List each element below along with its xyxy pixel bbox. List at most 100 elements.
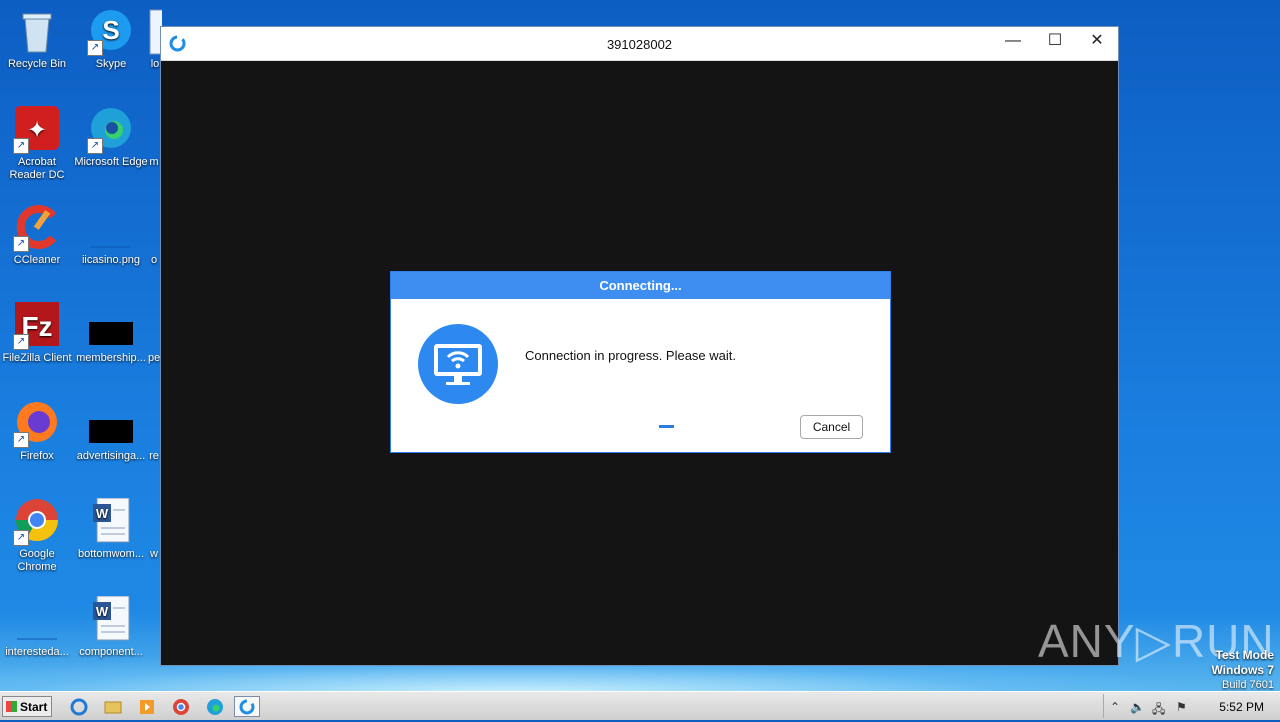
desktop-icon-label: component... <box>79 646 143 658</box>
window-title: 391028002 <box>606 37 673 52</box>
recycle-bin-icon <box>13 8 61 56</box>
partial-icon <box>148 106 160 154</box>
minimize-button[interactable]: — <box>992 27 1034 57</box>
svg-text:W: W <box>96 506 109 521</box>
desktop-icon-partial[interactable]: m <box>148 106 160 169</box>
acrobat-icon: ✦ ↗ <box>13 106 61 154</box>
file-thumbnail-icon <box>87 400 135 448</box>
cancel-button[interactable]: Cancel <box>800 415 863 439</box>
desktop-icon-label: m <box>149 156 159 168</box>
progress-indicator <box>659 425 674 428</box>
desktop-icon-chrome[interactable]: ↗ Google Chrome <box>0 498 74 574</box>
desktop-icon-component[interactable]: W component... <box>74 595 148 659</box>
desktop-icon-label: Firefox <box>20 450 54 462</box>
desktop-icon-label: Skype <box>95 58 127 70</box>
desktop-icon-partial[interactable]: pe <box>148 302 160 365</box>
taskbar-ie-button[interactable] <box>66 696 92 717</box>
system-tray: ⌃ 🔈 🖧 ⚑ 5:52 PM <box>1103 694 1280 718</box>
build-text: Build 7601 <box>1222 679 1274 691</box>
desktop-icon-ccleaner[interactable]: ↗ CCleaner <box>0 204 74 267</box>
desktop-icon-partial[interactable]: re <box>148 400 160 463</box>
file-thumbnail-icon <box>87 302 135 350</box>
svg-text:✦: ✦ <box>27 116 47 144</box>
desktop-icon-label: interesteda... <box>5 646 69 658</box>
desktop-icon-label: FileZilla Client <box>2 352 72 364</box>
desktop-icon-bottomwom[interactable]: W bottomwom... <box>74 497 148 561</box>
partial-icon <box>148 498 160 546</box>
desktop-icon-label: w <box>150 548 158 560</box>
svg-text:S: S <box>102 15 119 45</box>
taskbar-edge-button[interactable] <box>202 696 228 717</box>
partial-icon <box>148 400 160 448</box>
ccleaner-icon: ↗ <box>13 204 61 252</box>
desktop-icon-label: pe <box>148 352 160 364</box>
desktop-icon-partial[interactable]: o <box>148 204 160 267</box>
skype-icon: S ↗ <box>87 8 135 56</box>
shortcut-arrow-icon: ↗ <box>13 236 29 252</box>
desktop-icon-label: iicasino.png <box>81 254 141 266</box>
firefox-icon: ↗ <box>13 400 61 448</box>
partial-icon <box>148 302 160 350</box>
desktop-icon-firefox[interactable]: ↗ Firefox <box>0 400 74 463</box>
test-mode-text: Test Mode <box>1215 648 1274 662</box>
taskbar: Start ⌃ 🔈 🖧 ⚑ 5:52 PM <box>0 691 1280 720</box>
taskbar-chrome-button[interactable] <box>168 696 194 717</box>
taskbar-media-player-button[interactable] <box>134 696 160 717</box>
taskbar-explorer-button[interactable] <box>100 696 126 717</box>
chrome-icon: ↗ <box>13 498 61 546</box>
desktop-icon-label: Acrobat Reader DC <box>9 156 65 181</box>
desktop-icon-filezilla[interactable]: Fz ↗ FileZilla Client <box>0 302 74 365</box>
desktop-icon-iicasino[interactable]: iicasino.png <box>74 204 148 267</box>
desktop-icon-membership[interactable]: membership... <box>74 302 148 365</box>
connecting-dialog: Connecting... Connection in progress. Pl… <box>390 271 891 453</box>
filezilla-icon: Fz ↗ <box>13 302 61 350</box>
svg-text:W: W <box>96 604 109 619</box>
remote-session-window[interactable]: 391028002 — ☐ ✕ Connecting... Connection… <box>160 26 1119 666</box>
desktop-icon-label: re <box>149 450 159 462</box>
desktop-icon-label: o <box>150 254 158 266</box>
edge-icon: ↗ <box>87 106 135 154</box>
shortcut-arrow-icon: ↗ <box>13 432 29 448</box>
shortcut-arrow-icon: ↗ <box>13 334 29 350</box>
file-icon <box>13 596 61 644</box>
maximize-button[interactable]: ☐ <box>1034 27 1076 57</box>
word-doc-icon: W <box>87 497 135 546</box>
monitor-wifi-icon <box>418 324 498 404</box>
window-titlebar[interactable]: 391028002 — ☐ ✕ <box>161 27 1118 61</box>
desktop-icon-interesteda[interactable]: interesteda... <box>0 596 74 659</box>
desktop-icon-label: CCleaner <box>13 254 61 266</box>
start-button[interactable]: Start <box>2 696 52 717</box>
desktop-icon-label: bottomwom... <box>77 548 145 560</box>
shortcut-arrow-icon: ↗ <box>87 138 103 154</box>
action-center-flag-icon[interactable]: ⚑ <box>1176 700 1187 714</box>
windows-logo-icon <box>6 701 17 712</box>
shortcut-arrow-icon: ↗ <box>13 138 29 154</box>
tray-expand-icon[interactable]: ⌃ <box>1110 700 1120 714</box>
os-build-info: Test Mode Windows 7 Build 7601 <box>1211 648 1274 692</box>
dialog-title: Connecting... <box>391 272 890 299</box>
shortcut-arrow-icon: ↗ <box>13 530 29 546</box>
network-icon[interactable]: 🖧 <box>1152 700 1165 721</box>
start-label: Start <box>20 700 48 714</box>
dialog-message: Connection in progress. Please wait. <box>525 348 737 363</box>
close-button[interactable]: ✕ <box>1076 27 1118 57</box>
desktop-icon-label: Google Chrome <box>17 548 57 573</box>
desktop-icon-label: advertisinga... <box>76 450 146 462</box>
taskbar-remote-app-button[interactable] <box>234 696 260 717</box>
desktop-icon-advertisinga[interactable]: advertisinga... <box>74 400 148 463</box>
partial-icon <box>148 204 160 252</box>
shortcut-arrow-icon: ↗ <box>87 40 103 56</box>
desktop-icon-label: membership... <box>76 352 146 364</box>
image-file-icon <box>87 204 135 252</box>
desktop-icon-edge[interactable]: ↗ Microsoft Edge <box>74 106 148 169</box>
desktop-icon-label: Recycle Bin <box>7 58 67 70</box>
desktop-icon-recycle-bin[interactable]: Recycle Bin <box>0 8 74 71</box>
volume-icon[interactable]: 🔈 <box>1130 700 1145 714</box>
taskbar-clock[interactable]: 5:52 PM <box>1219 700 1264 714</box>
os-name-text: Windows 7 <box>1211 663 1274 677</box>
desktop-icon-acrobat[interactable]: ✦ ↗ Acrobat Reader DC <box>0 106 74 182</box>
word-doc-icon: W <box>87 595 135 644</box>
desktop-icon-partial[interactable]: w <box>148 498 160 561</box>
desktop-icon-skype[interactable]: S ↗ Skype <box>74 8 148 71</box>
desktop-icon-label: Microsoft Edge <box>74 156 148 168</box>
